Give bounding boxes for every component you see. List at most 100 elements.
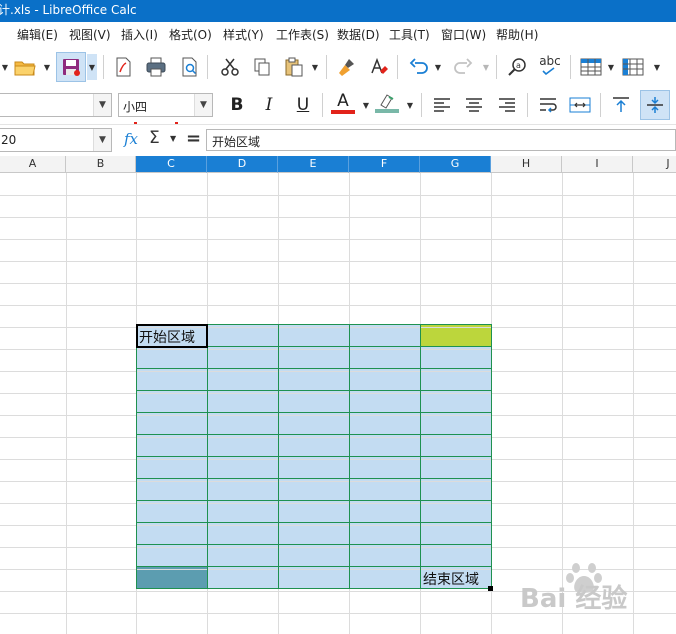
- align-left-button[interactable]: [429, 92, 455, 118]
- find-replace-button[interactable]: a: [505, 54, 531, 80]
- merge-center-button[interactable]: [567, 92, 593, 118]
- menu-tools[interactable]: 工具(T): [389, 26, 430, 43]
- save-icon: [63, 59, 80, 76]
- save-dropdown-arrow[interactable]: ▼: [87, 54, 97, 80]
- column-button[interactable]: [620, 54, 646, 80]
- column-header-i[interactable]: I: [562, 156, 633, 173]
- highlight-color-button[interactable]: [374, 90, 400, 116]
- column-header-b[interactable]: B: [66, 156, 136, 173]
- menu-edit[interactable]: 编辑(E): [17, 26, 58, 43]
- range-gridline: [136, 522, 492, 523]
- clone-formatting-button[interactable]: [334, 54, 360, 80]
- font-color-dropdown-arrow[interactable]: ▼: [361, 92, 371, 118]
- column-header-j[interactable]: J: [633, 156, 676, 173]
- row-gridline: [0, 217, 676, 218]
- font-size-combo[interactable]: 小四 ▼: [118, 93, 213, 117]
- column-gridline: [66, 173, 67, 634]
- redo-dropdown-arrow[interactable]: ▼: [481, 54, 491, 80]
- menu-view[interactable]: 视图(V): [69, 26, 111, 43]
- watermark-text: Bai 经验: [520, 584, 628, 614]
- sum-button[interactable]: Σ: [149, 128, 160, 148]
- paste-dropdown-arrow[interactable]: ▼: [310, 54, 320, 80]
- font-color-button[interactable]: A: [330, 90, 356, 116]
- cell-c20-teal-fill: [137, 567, 207, 588]
- name-box-value: 20: [1, 133, 17, 147]
- wrap-text-button[interactable]: [535, 92, 561, 118]
- row-gridline: [0, 481, 676, 482]
- formula-equals-button[interactable]: =: [186, 128, 201, 149]
- font-size-dropdown-arrow[interactable]: ▼: [194, 94, 212, 116]
- column-dropdown-arrow[interactable]: ▼: [652, 54, 662, 80]
- toolbar-separator: [570, 55, 571, 79]
- clear-formatting-button[interactable]: [366, 54, 392, 80]
- highlight-color-dropdown-arrow[interactable]: ▼: [405, 92, 415, 118]
- name-box-dropdown-arrow[interactable]: ▼: [93, 129, 111, 151]
- table-columns-icon: [622, 58, 644, 76]
- menu-help[interactable]: 帮助(H): [496, 26, 538, 43]
- menu-window[interactable]: 窗口(W): [441, 26, 486, 43]
- print-preview-icon: [182, 57, 197, 77]
- align-center-button[interactable]: [461, 92, 487, 118]
- column-header-a[interactable]: A: [0, 156, 66, 173]
- align-top-button[interactable]: [608, 92, 634, 118]
- underline-button[interactable]: U: [290, 92, 316, 118]
- merge-cells-icon: [569, 97, 591, 113]
- name-box[interactable]: 20 ▼: [0, 128, 112, 152]
- column-header-f[interactable]: F: [349, 156, 420, 173]
- standard-toolbar: ▼ ▼ ▼ ▼ ▼ ▼ a abc ▼ ▼: [0, 46, 676, 133]
- font-name-combo[interactable]: ▼: [0, 93, 112, 117]
- menu-format[interactable]: 格式(O): [169, 26, 212, 43]
- column-header-c[interactable]: C: [136, 156, 207, 173]
- range-gridline: [136, 478, 492, 479]
- save-button[interactable]: [56, 52, 86, 82]
- cut-button[interactable]: [217, 54, 243, 80]
- undo-button[interactable]: [406, 54, 432, 80]
- sum-dropdown-arrow[interactable]: ▼: [170, 134, 176, 143]
- undo-dropdown-arrow[interactable]: ▼: [433, 54, 443, 80]
- row-gridline: [0, 503, 676, 504]
- menu-data[interactable]: 数据(D): [337, 26, 380, 43]
- column-header-d[interactable]: D: [207, 156, 278, 173]
- toolbar-separator: [326, 55, 327, 79]
- align-top-icon: [613, 97, 629, 112]
- spelling-button[interactable]: abc: [537, 52, 563, 78]
- formula-input[interactable]: 开始区域: [206, 129, 676, 151]
- print-preview-button[interactable]: [177, 54, 203, 80]
- font-name-dropdown-arrow[interactable]: ▼: [93, 94, 111, 116]
- open-folder-button[interactable]: [12, 54, 38, 80]
- row-dropdown-arrow[interactable]: ▼: [606, 54, 616, 80]
- row-gridline: [0, 195, 676, 196]
- row-gridline: [0, 305, 676, 306]
- copy-button[interactable]: [249, 54, 275, 80]
- center-vertically-button[interactable]: [640, 90, 670, 120]
- menu-styles[interactable]: 样式(Y): [223, 26, 264, 43]
- cell-g9-green-fill: [421, 325, 491, 347]
- row-gridline: [0, 239, 676, 240]
- paste-button[interactable]: [281, 54, 307, 80]
- menu-insert[interactable]: 插入(I): [121, 26, 158, 43]
- bold-button[interactable]: B: [224, 92, 250, 118]
- row-gridline: [0, 393, 676, 394]
- export-pdf-button[interactable]: [110, 54, 136, 80]
- column-header-h[interactable]: H: [491, 156, 562, 173]
- printer-icon: [146, 57, 166, 77]
- italic-button[interactable]: I: [256, 92, 282, 118]
- toolbar-separator: [397, 55, 398, 79]
- menu-sheet[interactable]: 工作表(S): [276, 26, 329, 43]
- column-header-g[interactable]: G: [420, 156, 491, 173]
- center-vertically-icon: [647, 97, 663, 113]
- new-dropdown-arrow[interactable]: ▼: [0, 54, 10, 80]
- align-right-button[interactable]: [494, 92, 520, 118]
- row-gridline: [0, 371, 676, 372]
- toolbar-separator: [207, 55, 208, 79]
- open-dropdown-arrow[interactable]: ▼: [42, 54, 52, 80]
- print-button[interactable]: [143, 54, 169, 80]
- formatting-toolbar: ▼ 小四 ▼ B I U A ▼ ▼: [0, 88, 676, 122]
- spelling-label: abc: [539, 54, 561, 68]
- column-header-e[interactable]: E: [278, 156, 349, 173]
- row-button[interactable]: [578, 54, 604, 80]
- redo-button[interactable]: [450, 54, 476, 80]
- function-wizard-button[interactable]: fx: [124, 130, 138, 148]
- fill-handle[interactable]: [488, 586, 493, 591]
- range-gridline: [136, 390, 492, 391]
